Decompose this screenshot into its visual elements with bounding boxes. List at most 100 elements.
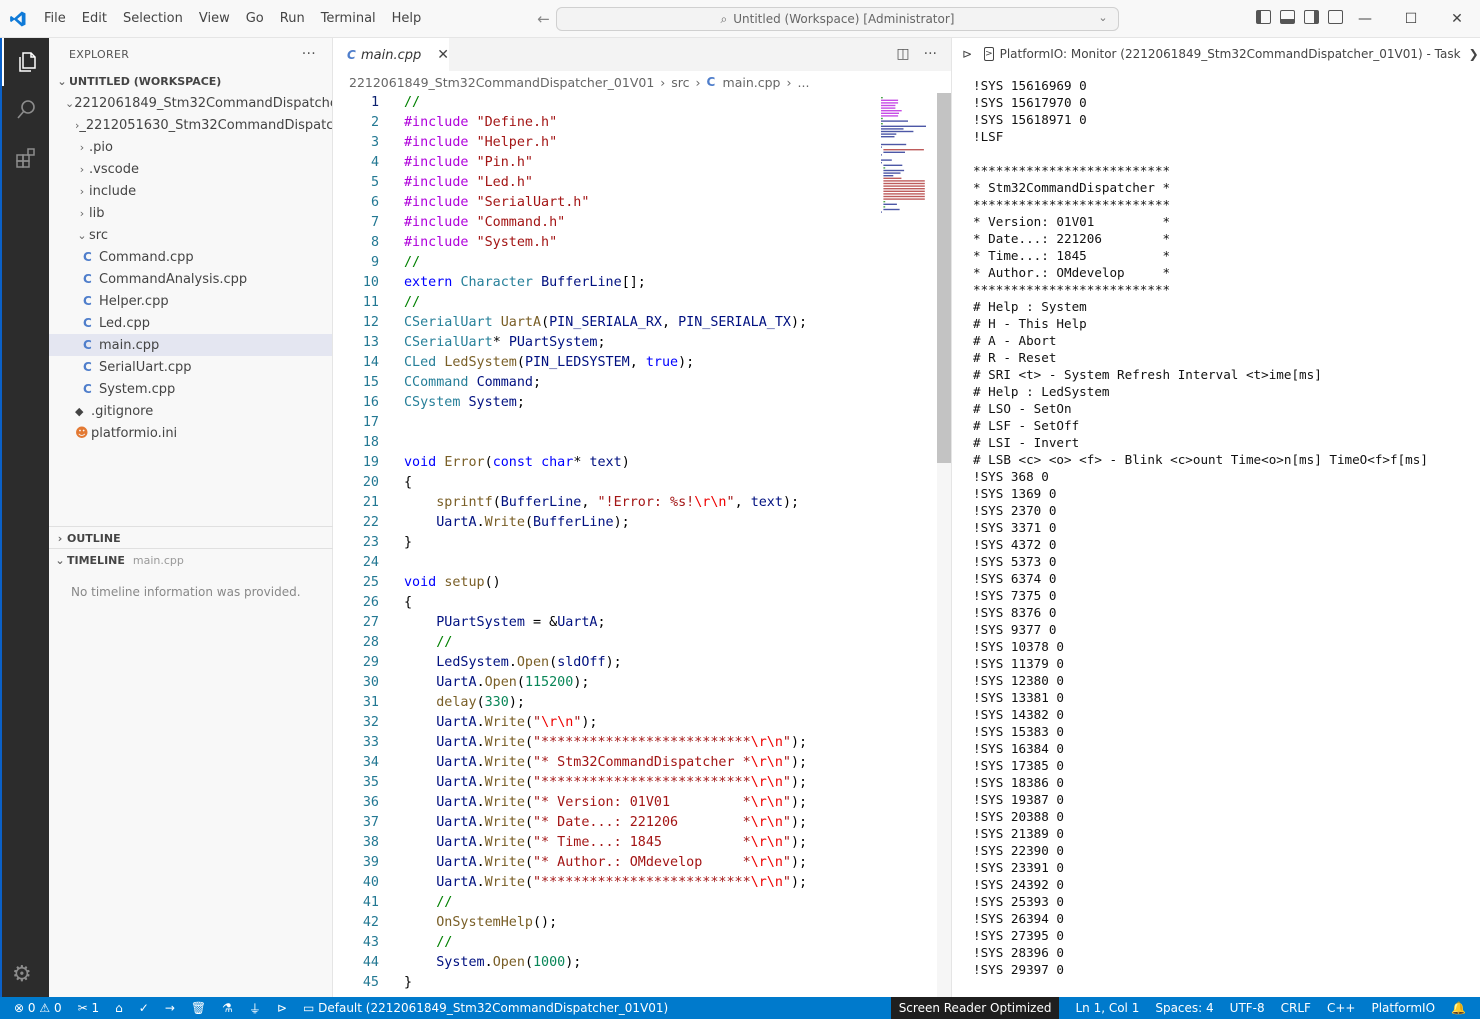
close-window-icon[interactable]: ✕ [1434, 0, 1480, 38]
code-line[interactable]: 8 #include "System.h" [333, 233, 937, 253]
code-line[interactable]: 41 // [333, 893, 937, 913]
menu-run[interactable]: Run [272, 0, 313, 38]
build-check-icon[interactable]: ✓ [131, 997, 157, 1019]
code-text[interactable]: UartA.Write("* Stm32CommandDispatcher *\… [379, 753, 807, 773]
code-text[interactable]: #include "Command.h" [379, 213, 565, 233]
code-text[interactable]: #include "Define.h" [379, 113, 557, 133]
language-mode[interactable]: C++ [1319, 997, 1364, 1019]
code-line[interactable]: 11// [333, 293, 937, 313]
terminal-toggle-icon[interactable]: ⊳ [962, 47, 972, 61]
code-line[interactable]: 37 UartA.Write("* Date...: 221206 *\r\n"… [333, 813, 937, 833]
breadcrumb-item[interactable]: main.cpp [723, 75, 781, 90]
breadcrumb-item[interactable]: ... [798, 75, 810, 90]
code-line[interactable]: 34 UartA.Write("* Stm32CommandDispatcher… [333, 753, 937, 773]
code-line[interactable]: 17 [333, 413, 937, 433]
code-line[interactable]: 35 UartA.Write("************************… [333, 773, 937, 793]
cursor-position[interactable]: Ln 1, Col 1 [1059, 997, 1147, 1019]
code-text[interactable]: CCommand Command; [379, 373, 541, 393]
timeline-section[interactable]: ⌄ TIMELINE main.cpp No timeline informat… [49, 548, 333, 613]
toggle-panel-icon[interactable] [1280, 10, 1295, 24]
tree-item-folder[interactable]: › .vscode [49, 158, 332, 180]
code-line[interactable]: 16 CSystem System; [333, 393, 937, 413]
test-flask-icon[interactable]: ⚗ [214, 997, 241, 1019]
code-text[interactable]: UartA.Write("**************************\… [379, 733, 807, 753]
code-text[interactable]: UartA.Write("* Time...: 1845 *\r\n"); [379, 833, 807, 853]
code-line[interactable]: 28 // [333, 633, 937, 653]
code-line[interactable]: 42 OnSystemHelp(); [333, 913, 937, 933]
code-text[interactable]: delay(330); [379, 693, 525, 713]
code-text[interactable]: // [379, 633, 452, 653]
code-line[interactable]: 1// [333, 93, 937, 113]
code-text[interactable]: #include "SerialUart.h" [379, 193, 589, 213]
code-area[interactable]: 1//2 #include "Define.h" 3 #include "Helper… [333, 93, 937, 997]
tree-item-file[interactable]: ☻ platformio.ini [49, 422, 332, 444]
code-line[interactable]: 36 UartA.Write("* Version: 01V01 *\r\n")… [333, 793, 937, 813]
editor-scrollbar[interactable] [937, 93, 951, 997]
code-text[interactable]: CSystem System; [379, 393, 525, 413]
minimap[interactable] [879, 93, 931, 223]
code-line[interactable]: 22 UartA.Write(BufferLine); [333, 513, 937, 533]
code-text[interactable]: LedSystem.Open(sldOff); [379, 653, 621, 673]
code-text[interactable]: #include "System.h" [379, 233, 557, 253]
code-text[interactable]: CLed LedSystem(PIN_LEDSYSTEM, true); [379, 353, 694, 373]
code-text[interactable]: { [379, 593, 412, 613]
customize-layout-icon[interactable] [1328, 10, 1343, 24]
menu-help[interactable]: Help [384, 0, 430, 38]
workspace-section[interactable]: ⌄ UNTITLED (WORKSPACE) [49, 70, 332, 92]
close-icon[interactable]: ✕ [437, 47, 449, 63]
code-text[interactable]: #include "Helper.h" [379, 133, 557, 153]
code-text[interactable]: UartA.Write("* Date...: 221206 *\r\n"); [379, 813, 807, 833]
tree-item-file[interactable]: C System.cpp [49, 378, 332, 400]
code-text[interactable]: // [379, 253, 420, 273]
breadcrumb-item[interactable]: 2212061849_Stm32CommandDispatcher_01V01 [349, 75, 654, 90]
tree-item-file[interactable]: C CommandAnalysis.cpp [49, 268, 332, 290]
toggle-secondary-sidebar-icon[interactable] [1304, 10, 1319, 24]
tree-item-file[interactable]: C Helper.cpp [49, 290, 332, 312]
code-line[interactable]: 31 delay(330); [333, 693, 937, 713]
code-line[interactable]: 12 CSerialUart UartA(PIN_SERIALA_RX, PIN_… [333, 313, 937, 333]
code-line[interactable]: 7 #include "Command.h" [333, 213, 937, 233]
tree-item-folder[interactable]: › include [49, 180, 332, 202]
minimize-icon[interactable]: — [1342, 0, 1388, 38]
code-line[interactable]: 21 sprintf(BufferLine, "!Error: %s!\r\n"… [333, 493, 937, 513]
code-text[interactable]: System.Open(1000); [379, 953, 581, 973]
breadcrumb-item[interactable]: src [671, 75, 689, 90]
code-text[interactable]: void setup() [379, 573, 501, 593]
chevron-down-icon[interactable]: ⌄ [1096, 11, 1110, 24]
bell-icon[interactable]: 🔔 [1443, 997, 1480, 1019]
maximize-icon[interactable]: ☐ [1388, 0, 1434, 38]
code-text[interactable]: extern Character BufferLine[]; [379, 273, 646, 293]
menu-selection[interactable]: Selection [115, 0, 191, 38]
code-line[interactable]: 32 UartA.Write("\r\n"); [333, 713, 937, 733]
code-line[interactable]: 43 // [333, 933, 937, 953]
end-of-line[interactable]: CRLF [1273, 997, 1319, 1019]
code-text[interactable] [379, 413, 404, 433]
code-text[interactable]: } [379, 533, 412, 553]
menu-terminal[interactable]: Terminal [313, 0, 384, 38]
upload-arrow-icon[interactable]: → [157, 997, 183, 1019]
problems-indicator[interactable]: ⊗ 0 ⚠ 0 [0, 997, 70, 1019]
home-icon[interactable]: ⌂ [107, 997, 131, 1019]
code-text[interactable]: UartA.Open(115200); [379, 673, 589, 693]
code-text[interactable]: } [379, 973, 412, 993]
code-line[interactable]: 26{ [333, 593, 937, 613]
code-line[interactable]: 3 #include "Helper.h" [333, 133, 937, 153]
ports-indicator[interactable]: ✂ 1 [70, 997, 108, 1019]
env-selector[interactable]: ▭ Default (2212061849_Stm32CommandDispat… [295, 997, 676, 1019]
search-icon[interactable] [2, 86, 49, 134]
code-text[interactable]: { [379, 473, 412, 493]
code-text[interactable]: OnSystemHelp(); [379, 913, 557, 933]
code-line[interactable]: 5 #include "Led.h" [333, 173, 937, 193]
code-text[interactable]: PUartSystem = &UartA; [379, 613, 605, 633]
code-line[interactable]: 30 UartA.Open(115200); [333, 673, 937, 693]
terminal-square-icon[interactable]: ⊳ [269, 997, 295, 1019]
code-line[interactable]: 33 UartA.Write("************************… [333, 733, 937, 753]
menu-view[interactable]: View [191, 0, 238, 38]
code-text[interactable]: // [379, 933, 452, 953]
code-text[interactable]: #include "Pin.h" [379, 153, 533, 173]
code-line[interactable]: 24 [333, 553, 937, 573]
platformio-status[interactable]: PlatformIO [1363, 997, 1443, 1019]
code-line[interactable]: 25 void setup() [333, 573, 937, 593]
indentation[interactable]: Spaces: 4 [1147, 997, 1221, 1019]
code-text[interactable]: CSerialUart* PUartSystem; [379, 333, 606, 353]
